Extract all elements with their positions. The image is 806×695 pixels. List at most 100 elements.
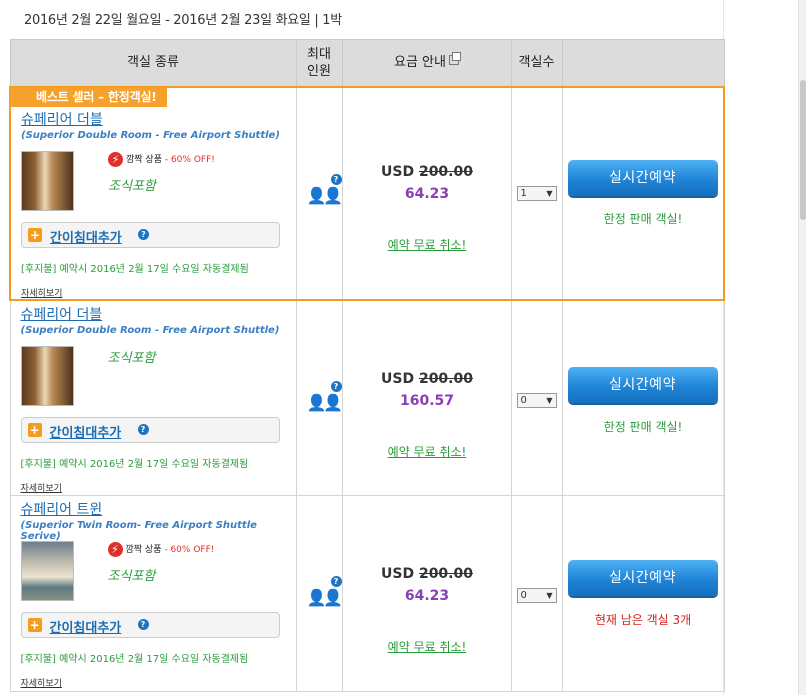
- header-room-type: 객실 종류: [9, 39, 297, 87]
- room-photo[interactable]: [20, 541, 74, 601]
- header-rooms-qty: 객실수: [510, 39, 563, 87]
- old-price: 200.00: [418, 163, 473, 180]
- room-cell: 슈페리어 더블 (Superior Double Room - Free Air…: [9, 299, 297, 496]
- discount-price: 64.23: [404, 588, 450, 604]
- qty-cell: 0 ▼: [510, 299, 563, 496]
- qty-value: 1: [520, 187, 527, 199]
- header-book: [561, 39, 725, 87]
- qty-value: 0: [520, 590, 527, 601]
- header-max-guests: 최대 인원: [295, 39, 343, 87]
- deal-label: 깜짝 상품: [126, 154, 162, 165]
- table-row: 슈페리어 트윈 (Superior Twin Room- Free Airpor…: [9, 495, 725, 692]
- scrollbar-thumb[interactable]: [800, 80, 806, 220]
- plus-icon: +: [27, 422, 42, 437]
- discount-price: 64.23: [404, 185, 450, 202]
- chevron-down-icon: ▼: [546, 188, 553, 198]
- help-icon[interactable]: ?: [330, 173, 342, 185]
- help-icon[interactable]: ?: [137, 423, 149, 435]
- room-subtitle: (Superior Double Room - Free Airport Shu…: [21, 129, 280, 141]
- extra-bed-link[interactable]: 간이침대추가: [50, 422, 122, 441]
- room-subtitle: (Superior Twin Room- Free Airport Shuttl…: [20, 520, 257, 542]
- availability-note: 한정 판매 객실!: [603, 211, 683, 226]
- header-rate-label: 요금 안내: [394, 55, 446, 71]
- book-cell: 실시간예약 한정 판매 객실!: [561, 299, 725, 496]
- header-rate: 요금 안내: [341, 39, 512, 87]
- room-qty-select[interactable]: 1 ▼: [516, 185, 557, 201]
- people-icon: 👤👤: [306, 588, 344, 607]
- help-icon[interactable]: ?: [330, 380, 342, 392]
- plus-icon: +: [28, 227, 42, 242]
- rate-cell: USD 200.00 64.23 예약 무료 취소!: [341, 85, 512, 301]
- availability-note: 한정 판매 객실!: [603, 419, 683, 434]
- deal-off: - 60% OFF!: [161, 545, 215, 555]
- currency: USD: [381, 163, 419, 180]
- room-name-link[interactable]: 슈페리어 더블: [21, 109, 103, 129]
- meal-info: 조식포함: [107, 569, 156, 584]
- free-cancel-link[interactable]: 예약 무료 취소!: [343, 236, 512, 253]
- availability-note: 현재 남은 객실 3개: [594, 613, 692, 627]
- original-price: USD 200.00: [343, 164, 512, 180]
- rooms-table: 객실 종류 최대 인원 요금 안내 객실수 베스트 셀러 – 한정객실! 슈페리…: [9, 39, 725, 692]
- room-qty-select[interactable]: 0 ▼: [516, 392, 557, 408]
- header-max-guests-line1: 최대: [307, 46, 331, 62]
- lightning-icon: ⚡: [108, 151, 123, 167]
- best-seller-badge: 베스트 셀러 – 한정객실!: [10, 86, 167, 107]
- help-icon[interactable]: ?: [138, 228, 149, 240]
- rate-cell: USD 200.00 160.57 예약 무료 취소!: [341, 299, 512, 496]
- currency: USD: [381, 566, 419, 582]
- book-button[interactable]: 실시간예약: [567, 560, 718, 596]
- room-name-link[interactable]: 슈페리어 트윈: [21, 499, 103, 519]
- room-subtitle: (Superior Double Room - Free Airport Shu…: [20, 324, 280, 336]
- book-button[interactable]: 실시간예약: [567, 159, 718, 196]
- occupancy: 👤👤 ?: [307, 380, 343, 412]
- extra-bed-box[interactable]: + 간이침대추가 ?: [20, 612, 280, 638]
- plus-icon: +: [27, 618, 42, 632]
- room-cell: 베스트 셀러 – 한정객실! 슈페리어 더블 (Superior Double …: [9, 85, 297, 301]
- qty-cell: 0 ▼: [510, 495, 563, 692]
- room-photo[interactable]: [20, 345, 74, 406]
- extra-bed-box[interactable]: + 간이침대추가 ?: [21, 221, 280, 248]
- payment-policy: [후지불] 예약시 2016년 2월 17일 수요일 자동결제됨: [20, 654, 249, 665]
- extra-bed-link[interactable]: 간이침대추가: [50, 617, 122, 636]
- people-icon: 👤👤: [306, 185, 344, 205]
- original-price: USD 200.00: [343, 371, 512, 387]
- original-price: USD 200.00: [343, 566, 512, 582]
- header-max-guests-line2: 인원: [307, 63, 331, 79]
- currency: USD: [381, 370, 419, 387]
- room-photo[interactable]: [21, 150, 74, 211]
- occupancy-cell: 👤👤 ?: [295, 495, 344, 692]
- deal-tag: ⚡ 깜짝 상품 - 60% OFF!: [108, 151, 215, 167]
- deal-label: 깜짝 상품: [125, 545, 162, 555]
- free-cancel-link[interactable]: 예약 무료 취소!: [343, 443, 512, 460]
- old-price: 200.00: [418, 370, 473, 387]
- details-link[interactable]: 자세히보기: [21, 286, 62, 299]
- qty-cell: 1 ▼: [510, 85, 563, 301]
- payment-policy: [후지불] 예약시 2016년 2월 17일 수요일 자동결제됨: [20, 458, 249, 470]
- extra-bed-link[interactable]: 간이침대추가: [50, 227, 122, 246]
- table-row: 베스트 셀러 – 한정객실! 슈페리어 더블 (Superior Double …: [9, 85, 725, 301]
- book-cell: 실시간예약 한정 판매 객실!: [561, 85, 725, 301]
- room-qty-select[interactable]: 0 ▼: [516, 588, 557, 603]
- popup-icon[interactable]: [448, 52, 461, 66]
- deal-off: - 60% OFF!: [161, 154, 215, 165]
- extra-bed-box[interactable]: + 간이침대추가 ?: [20, 416, 280, 443]
- help-icon[interactable]: ?: [330, 576, 342, 587]
- occupancy-cell: 👤👤 ?: [295, 299, 343, 496]
- discount-price: 160.57: [399, 392, 455, 409]
- meal-info: 조식포함: [107, 350, 156, 366]
- book-button[interactable]: 실시간예약: [567, 366, 718, 403]
- room-cell: 슈페리어 트윈 (Superior Twin Room- Free Airpor…: [9, 495, 297, 692]
- help-icon[interactable]: ?: [137, 619, 149, 630]
- table-row: 슈페리어 더블 (Superior Double Room - Free Air…: [9, 299, 725, 496]
- meal-info: 조식포함: [108, 178, 156, 194]
- table-header-row: 객실 종류 최대 인원 요금 안내 객실수: [9, 39, 725, 87]
- details-link[interactable]: 자세히보기: [21, 481, 62, 494]
- room-name-link[interactable]: 슈페리어 더블: [21, 304, 103, 324]
- occupancy-cell: 👤👤 ?: [295, 85, 344, 301]
- deal-tag: ⚡ 깜짝 상품 - 60% OFF!: [107, 542, 215, 557]
- qty-value: 0: [520, 394, 527, 406]
- details-link[interactable]: 자세히보기: [21, 676, 62, 689]
- free-cancel-link[interactable]: 예약 무료 취소!: [343, 638, 512, 655]
- book-cell: 실시간예약 현재 남은 객실 3개: [561, 495, 725, 692]
- chevron-down-icon: ▼: [546, 591, 553, 600]
